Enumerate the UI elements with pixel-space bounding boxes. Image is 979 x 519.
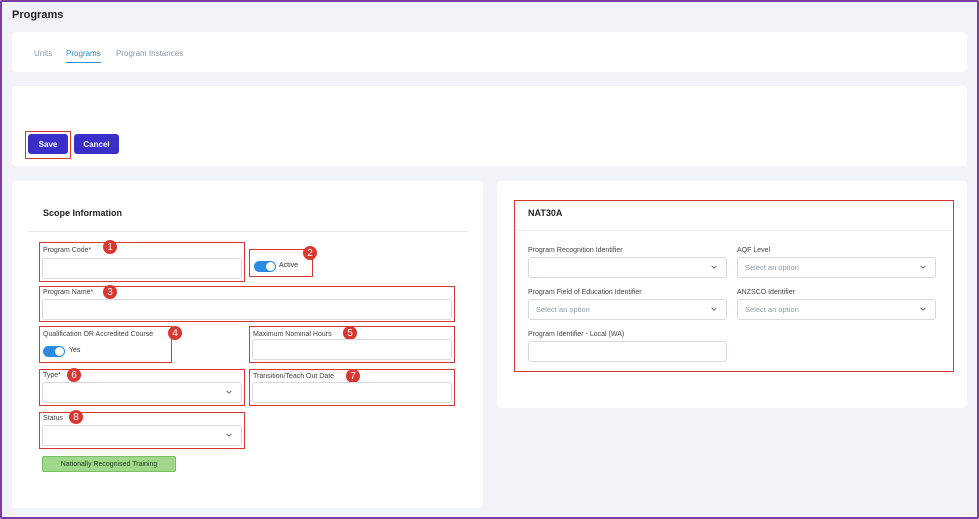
program-code-input[interactable]	[42, 258, 242, 279]
max-hours-input[interactable]	[252, 339, 452, 360]
callout-4: 4	[168, 326, 182, 340]
aqf-level-label: AQF Level	[737, 247, 771, 254]
callout-2: 2	[303, 246, 317, 260]
callout-5: 5	[343, 326, 357, 340]
save-button[interactable]: Save	[28, 134, 68, 154]
program-name-label: Program Name*	[43, 289, 94, 296]
aqf-level-placeholder: Select an option	[745, 263, 799, 272]
divider	[28, 231, 468, 232]
divider	[516, 230, 952, 231]
active-toggle[interactable]	[254, 261, 276, 272]
program-code-label: Program Code*	[43, 247, 92, 254]
tab-program-instances[interactable]: Program Instances	[116, 49, 183, 58]
scope-information-card: Scope Information Program Code* 1 Active…	[12, 181, 483, 508]
status-select[interactable]	[42, 425, 242, 446]
program-identifier-local-input[interactable]	[528, 341, 727, 362]
field-of-education-label: Program Field of Education Identifier	[528, 289, 642, 296]
aqf-level-select[interactable]: Select an option	[737, 257, 936, 278]
callout-7: 7	[346, 369, 360, 383]
anzsco-select[interactable]: Select an option	[737, 299, 936, 320]
anzsco-placeholder: Select an option	[745, 305, 799, 314]
page-title: Programs	[12, 9, 64, 21]
nat30a-title: NAT30A	[528, 208, 563, 218]
nationally-recognised-training-tag: Nationally Recognised Training	[42, 456, 176, 472]
qualification-label: Qualification OR Accredited Course	[43, 331, 154, 338]
tab-programs[interactable]: Programs	[66, 49, 101, 63]
qualification-value: Yes	[69, 347, 81, 354]
active-label: Active	[279, 262, 299, 269]
chevron-down-icon	[711, 265, 717, 269]
type-label: Type*	[43, 372, 61, 379]
chevron-down-icon	[226, 390, 232, 394]
max-hours-label: Maximum Nominal Hours	[253, 331, 332, 338]
field-of-education-select[interactable]: Select an option	[528, 299, 727, 320]
program-recognition-select[interactable]	[528, 257, 727, 278]
field-of-education-placeholder: Select an option	[536, 305, 590, 314]
program-recognition-label: Program Recognition Identifier	[528, 247, 623, 254]
chevron-down-icon	[920, 265, 926, 269]
chevron-down-icon	[920, 307, 926, 311]
actions-card: Save Cancel	[12, 86, 967, 166]
callout-8: 8	[69, 410, 83, 424]
program-name-input[interactable]	[42, 299, 452, 320]
program-identifier-local-label: Program Identifier - Local (WA)	[528, 331, 625, 338]
qualification-toggle[interactable]	[43, 346, 65, 357]
anzsco-label: ANZSCO Identifier	[737, 289, 795, 296]
cancel-button[interactable]: Cancel	[74, 134, 119, 154]
tabs-card: Units Programs Program Instances	[12, 32, 967, 72]
tab-units[interactable]: Units	[34, 49, 52, 58]
chevron-down-icon	[711, 307, 717, 311]
transition-label: Transition/Teach Out Date	[253, 373, 335, 380]
transition-date-input[interactable]	[252, 382, 452, 403]
status-label: Status	[43, 415, 63, 422]
nat30a-card: NAT30A Program Recognition Identifier AQ…	[497, 181, 967, 408]
callout-3: 3	[103, 285, 117, 299]
scope-section-title: Scope Information	[43, 208, 123, 218]
callout-6: 6	[67, 368, 81, 382]
type-select[interactable]	[42, 382, 242, 403]
callout-1: 1	[103, 240, 117, 254]
chevron-down-icon	[226, 433, 232, 437]
